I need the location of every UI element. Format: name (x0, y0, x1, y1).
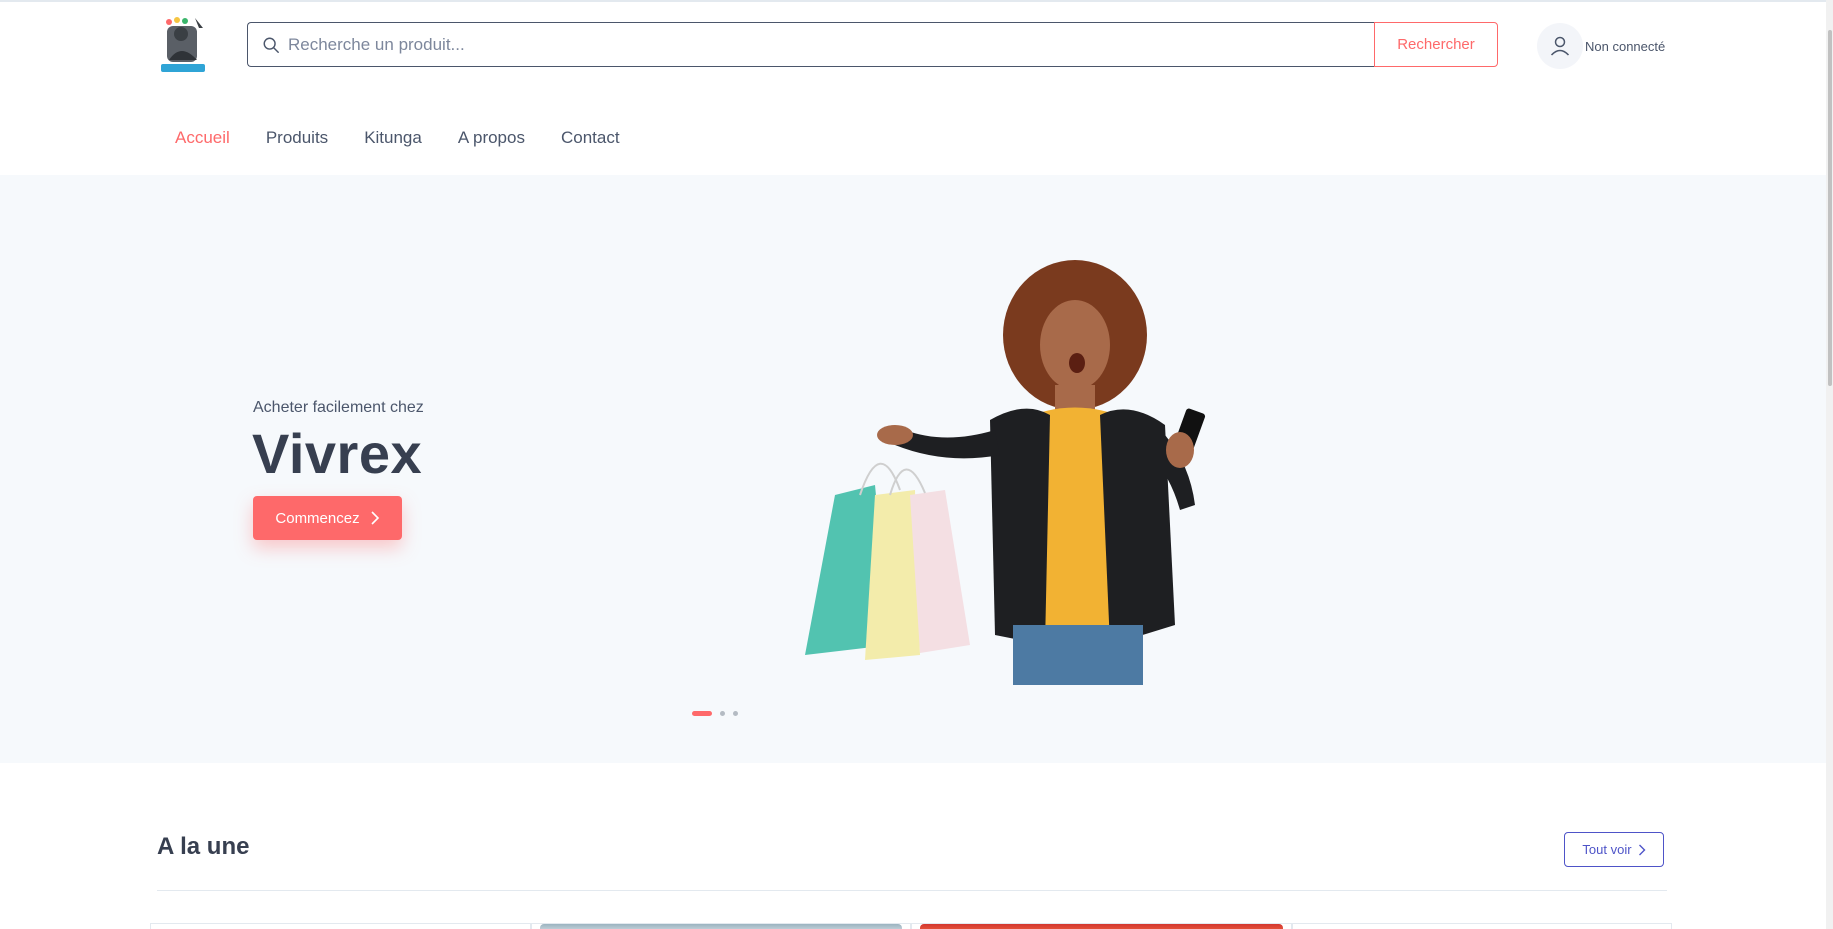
chevron-right-icon (1638, 844, 1646, 855)
vivrex-logo-icon (161, 17, 205, 72)
product-card[interactable] (530, 923, 911, 929)
section-divider (157, 890, 1667, 891)
main-nav: Accueil Produits Kitunga A propos Contac… (175, 128, 656, 148)
nav-item-kitunga[interactable]: Kitunga (364, 128, 422, 148)
search-button[interactable]: Rechercher (1374, 22, 1498, 67)
see-all-button[interactable]: Tout voir (1564, 832, 1664, 867)
product-image (539, 924, 902, 929)
hero-title: Vivrex (252, 422, 423, 485)
product-image (920, 924, 1283, 929)
search-input[interactable] (288, 23, 1368, 66)
site-logo[interactable] (157, 14, 209, 74)
product-card[interactable] (150, 923, 531, 929)
carousel-dots (692, 711, 738, 716)
search-icon (263, 37, 279, 53)
avatar[interactable] (1537, 23, 1583, 69)
carousel-dot[interactable] (720, 711, 725, 716)
featured-products-row (150, 923, 1672, 929)
see-all-label: Tout voir (1582, 842, 1632, 857)
chevron-right-icon (371, 511, 379, 525)
featured-section-title: A la une (157, 833, 250, 860)
start-button[interactable]: Commencez (253, 496, 402, 540)
search-box (247, 22, 1375, 67)
product-card[interactable] (1291, 923, 1672, 929)
hero-shopper-image (805, 260, 1206, 685)
product-card[interactable] (911, 923, 1292, 929)
start-button-label: Commencez (275, 509, 360, 527)
hero-carousel: Acheter facilement chez Vivrex Commencez (0, 175, 1833, 763)
carousel-dot[interactable] (733, 711, 738, 716)
user-icon (1550, 36, 1570, 56)
scrollbar-thumb[interactable] (1828, 30, 1832, 386)
nav-item-contact[interactable]: Contact (561, 128, 620, 148)
account-menu[interactable]: Non connecté (1537, 22, 1677, 70)
account-status-label: Non connecté (1585, 38, 1666, 54)
hero-subtitle: Acheter facilement chez (253, 399, 424, 416)
carousel-dot[interactable] (692, 711, 712, 716)
site-header: Rechercher Non connecté Accueil Produits… (0, 2, 1833, 175)
nav-item-a-propos[interactable]: A propos (458, 128, 525, 148)
nav-item-accueil[interactable]: Accueil (175, 128, 230, 148)
nav-item-produits[interactable]: Produits (266, 128, 328, 148)
